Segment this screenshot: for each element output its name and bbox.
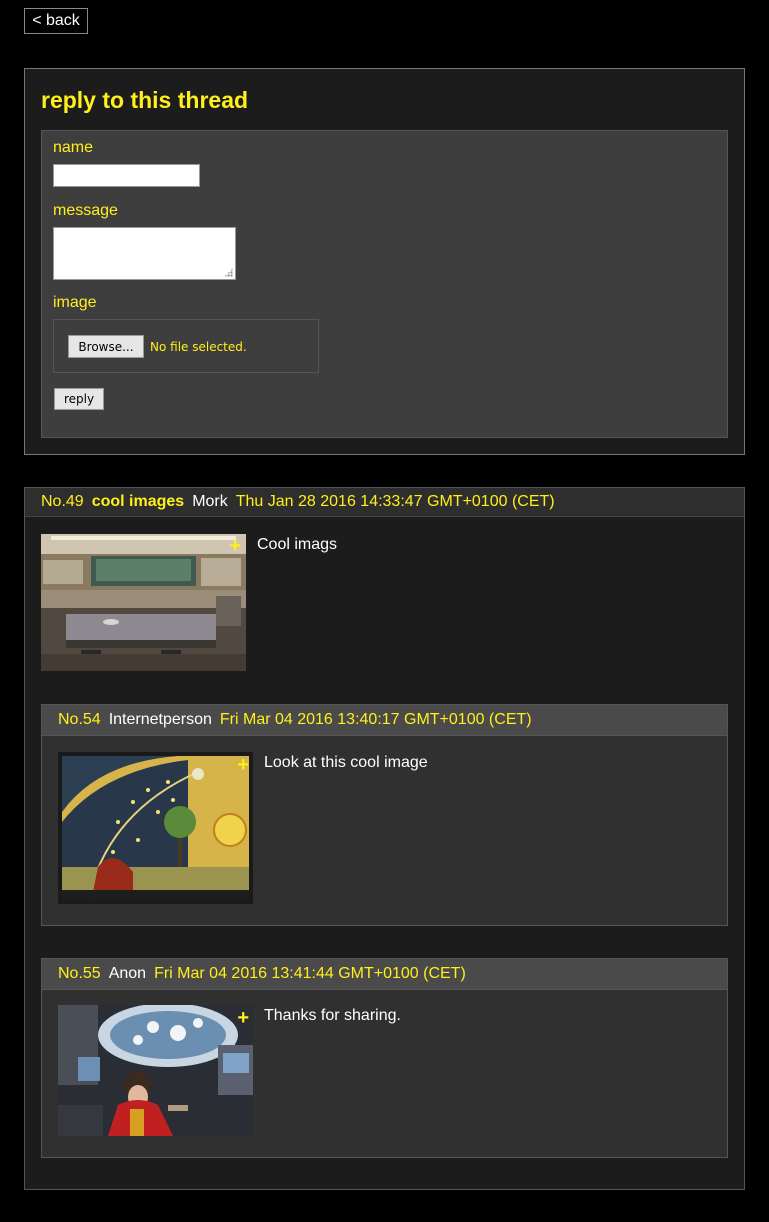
post-number[interactable]: No.55 [58, 965, 101, 983]
post-author: Internetperson [108, 711, 212, 728]
reply-header: No.55 Anon Fri Mar 04 2016 13:41:44 GMT+… [42, 959, 727, 990]
file-status: No file selected. [150, 340, 247, 354]
op-header: No.49 cool images Mork Thu Jan 28 2016 1… [25, 488, 744, 517]
browse-button[interactable]: Browse... [68, 335, 144, 358]
reply-post: No.54 Internetperson Fri Mar 04 2016 13:… [41, 704, 728, 926]
image-label: image [53, 294, 97, 311]
reply-form: name message image Browse... No file sel… [41, 130, 728, 438]
post-text: Thanks for sharing. [264, 1007, 401, 1024]
post-date: Thu Jan 28 2016 14:33:47 GMT+0100 (CET) [235, 493, 555, 510]
post-author: Mork [192, 493, 228, 510]
reply-image[interactable]: + [58, 1005, 253, 1136]
post-number[interactable]: No.54 [58, 711, 101, 729]
name-label: name [53, 139, 94, 156]
reply-image[interactable]: + [58, 752, 253, 904]
reply-header: No.54 Internetperson Fri Mar 04 2016 13:… [42, 705, 727, 736]
control-room-image [41, 534, 246, 671]
back-button[interactable]: < back [24, 8, 88, 34]
reply-title: reply to this thread [41, 87, 249, 113]
space-station-image [58, 1005, 253, 1136]
reply-submit-button[interactable]: reply [54, 388, 104, 410]
expand-icon[interactable]: + [229, 536, 241, 556]
flammarion-engraving-image [58, 752, 253, 904]
reply-panel: reply to this thread name message image … [24, 68, 745, 455]
thread: No.49 cool images Mork Thu Jan 28 2016 1… [24, 487, 745, 1190]
post-number[interactable]: No.49 [41, 493, 84, 511]
post-date: Fri Mar 04 2016 13:41:44 GMT+0100 (CET) [154, 965, 466, 982]
op-image[interactable]: + [41, 534, 246, 671]
reply-post: No.55 Anon Fri Mar 04 2016 13:41:44 GMT+… [41, 958, 728, 1158]
post-date: Fri Mar 04 2016 13:40:17 GMT+0100 (CET) [219, 711, 532, 728]
name-input[interactable] [53, 164, 200, 187]
file-picker: Browse... No file selected. [53, 319, 319, 373]
post-author: Anon [108, 965, 147, 982]
message-label: message [53, 202, 118, 219]
post-title: cool images [91, 493, 185, 510]
message-input[interactable] [53, 227, 236, 280]
expand-icon[interactable]: + [237, 755, 249, 775]
post-text: Cool imags [257, 536, 338, 553]
expand-icon[interactable]: + [237, 1008, 249, 1028]
post-text: Look at this cool image [264, 754, 428, 771]
